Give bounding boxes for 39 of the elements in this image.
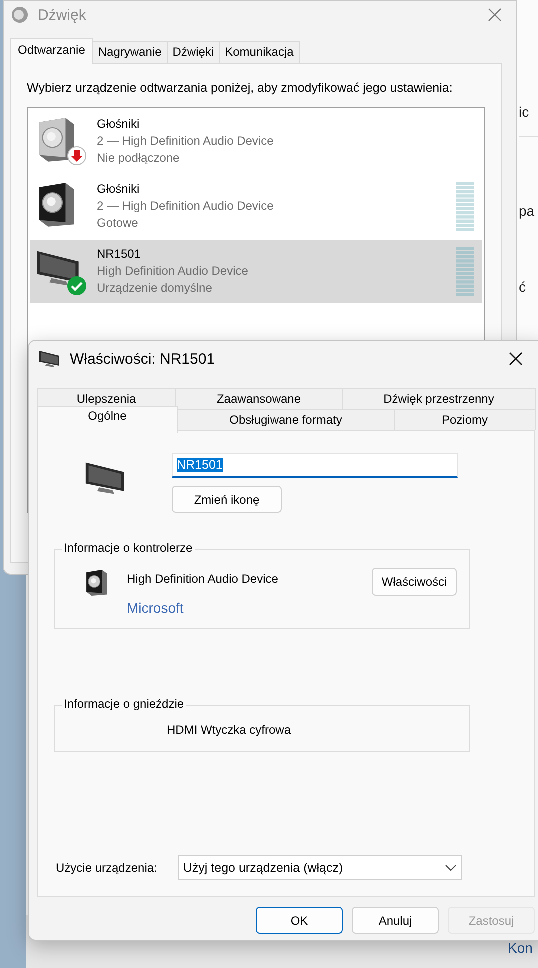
chevron-down-icon [445,864,458,872]
device-name: Głośniki [97,181,141,198]
jack-type: HDMI Wtyczka cyfrowa [167,723,292,739]
monitor-icon [38,349,62,369]
link-fragment[interactable]: Kon [508,940,533,956]
device-status: Urządzenie domyślne [97,280,214,297]
properties-button[interactable]: Właściwości [372,568,457,596]
device-name: NR1501 [97,246,142,263]
group-title: Informacje o gnieździe [62,697,186,711]
device-description: 2 — High Definition Audio Device [97,198,274,215]
tab[interactable]: Poziomy [394,409,536,430]
tab[interactable]: Komunikacja [219,41,300,63]
device-item[interactable]: Głośniki 2 — High Definition Audio Device Nie podłączone [30,110,482,173]
device-status: Nie podłączone [97,150,181,167]
device-item[interactable]: Głośniki 2 — High Definition Audio Device Gotowe [30,175,482,238]
window-title: Właściwości: NR1501 [70,350,216,368]
window-title: Dźwięk [38,6,86,24]
dialog-button[interactable]: Anuluj [352,907,439,934]
change-icon-button[interactable]: Zmień ikonę [172,486,282,513]
usage-label: Użycie urządzenia: [56,860,158,874]
group-title: Informacje o kontrolerze [62,541,195,555]
controller-name: High Definition Audio Device [127,572,278,586]
tab[interactable]: Odtwarzanie [10,38,94,64]
text-fragment: ic [519,104,530,120]
name-field[interactable]: NR1501 [172,453,458,478]
device-name: Głośniki [97,116,141,133]
device-status: Gotowe [97,215,140,232]
device-item[interactable]: NR1501 High Definition Audio Device Urządzenie domyślne [30,240,482,303]
text-fragment: ć [519,279,527,295]
usage-dropdown[interactable]: Użyj tego urządzenia (włącz) [178,855,462,880]
instruction-text: Wybierz urządzenie odtwarzania poniżej, aby zmodyfikować jego ustawienia: [27,81,454,95]
dialog-button[interactable]: OK [256,907,343,934]
vendor-link[interactable]: Microsoft [127,600,278,616]
tab[interactable]: Dźwięk przestrzenny [342,388,536,409]
close-icon[interactable] [509,352,523,366]
device-description: 2 — High Definition Audio Device [97,133,274,150]
device-description: High Definition Audio Device [97,263,248,280]
text-fragment: pa [519,203,536,219]
tab[interactable]: Ogólne [37,406,178,433]
